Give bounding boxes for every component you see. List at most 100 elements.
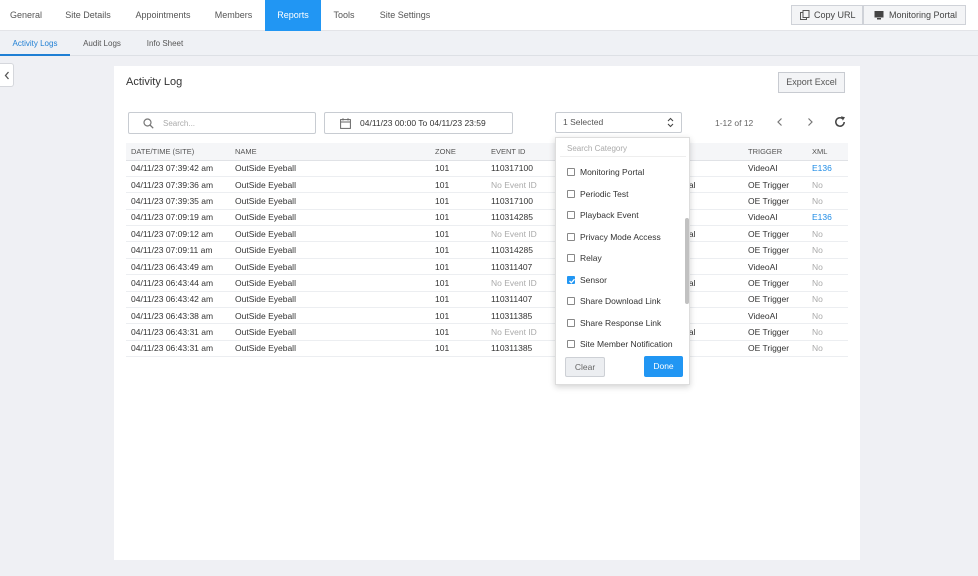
tab-site-settings[interactable]: Site Settings	[367, 0, 443, 31]
column-header-event-id[interactable]: EVENT ID	[486, 143, 550, 161]
tab-tools[interactable]: Tools	[321, 0, 367, 31]
pagination-info: 1-12 of 12	[715, 118, 754, 128]
dropdown-scrollbar[interactable]	[685, 218, 689, 304]
cell-zone: 101	[430, 241, 486, 259]
chevron-left-icon[interactable]	[774, 116, 786, 128]
column-header-xml[interactable]: XML	[807, 143, 848, 161]
monitoring-portal-label: Monitoring Portal	[889, 10, 958, 20]
cell-datetime: 04/11/23 06:43:31 am	[126, 323, 230, 341]
done-button[interactable]: Done	[644, 356, 683, 377]
table-row[interactable]: 04/11/23 07:09:19 am OutSide Eyeball 101 11…	[126, 209, 848, 227]
cell-name: OutSide Eyeball	[230, 340, 430, 358]
cell-trigger: VideoAI	[743, 258, 807, 276]
tab-appointments[interactable]: Appointments	[124, 0, 202, 31]
category-option[interactable]: Sensor	[567, 273, 607, 287]
category-option[interactable]: Privacy Mode Access	[567, 230, 661, 244]
monitoring-portal-button[interactable]: Monitoring Portal	[863, 5, 966, 25]
checkbox[interactable]	[567, 168, 575, 176]
cell-datetime: 04/11/23 06:43:38 am	[126, 307, 230, 325]
tab-audit-logs[interactable]: Audit Logs	[70, 31, 134, 56]
check-icon	[569, 278, 575, 284]
column-header-name[interactable]: NAME	[230, 143, 430, 161]
column-header-datetime[interactable]: DATE/TIME (SITE)	[126, 143, 230, 161]
tab-info-sheet[interactable]: Info Sheet	[134, 31, 196, 56]
cell-event-id: 110311385	[486, 307, 550, 325]
table-row[interactable]: 04/11/23 06:43:31 am OutSide Eyeball 101 No…	[126, 323, 848, 341]
tab-activity-logs[interactable]: Activity Logs	[0, 31, 70, 56]
category-option[interactable]: Relay	[567, 251, 602, 265]
table-row[interactable]: 04/11/23 07:09:11 am OutSide Eyeball 101 11…	[126, 241, 848, 259]
cell-xml: No	[807, 307, 848, 325]
category-option-label: Privacy Mode Access	[580, 231, 661, 242]
checkbox[interactable]	[567, 189, 575, 198]
search-icon	[143, 118, 154, 129]
category-option[interactable]: Share Download Link	[567, 294, 661, 308]
checkbox[interactable]	[567, 340, 575, 348]
table-row[interactable]: 04/11/23 06:43:42 am OutSide Eyeball 101 11…	[126, 291, 848, 309]
table-row[interactable]: 04/11/23 07:39:36 am OutSide Eyeball 101 No…	[126, 176, 848, 194]
category-option-label: Periodic Test	[580, 188, 629, 199]
checkbox[interactable]	[567, 232, 575, 241]
column-header-trigger[interactable]: TRIGGER	[743, 143, 807, 161]
tab-general[interactable]: General	[0, 0, 52, 31]
date-range-picker[interactable]: 04/11/23 00:00 To 04/11/23 23:59	[324, 112, 513, 134]
checkbox-checked[interactable]	[567, 275, 575, 284]
table-row[interactable]: 04/11/23 06:43:49 am OutSide Eyeball 101 11…	[126, 258, 848, 276]
copy-url-label: Copy URL	[814, 10, 856, 20]
table-row[interactable]: 04/11/23 07:39:42 am OutSide Eyeball 101 11…	[126, 160, 848, 177]
cell-event-id: No Event ID	[486, 176, 550, 194]
cell-xml: No	[807, 176, 848, 194]
cell-xml[interactable]: E136	[807, 160, 848, 177]
cell-datetime: 04/11/23 07:09:12 am	[126, 225, 230, 243]
cell-xml: No	[807, 274, 848, 292]
table-row[interactable]: 04/11/23 06:43:44 am OutSide Eyeball 101 No…	[126, 274, 848, 292]
refresh-icon[interactable]	[833, 115, 847, 129]
search-input[interactable]	[163, 116, 303, 130]
category-option[interactable]: Playback Event	[567, 208, 639, 222]
table-row[interactable]: 04/11/23 06:43:38 am OutSide Eyeball 101 11…	[126, 307, 848, 325]
cell-datetime: 04/11/23 06:43:44 am	[126, 274, 230, 292]
collapse-sidebar-button[interactable]	[0, 63, 14, 87]
checkbox[interactable]	[567, 211, 575, 219]
table-row[interactable]: 04/11/23 07:39:35 am OutSide Eyeball 101 11…	[126, 192, 848, 210]
category-option-label: Site Member Notification	[580, 339, 673, 349]
cell-trigger: OE Trigger	[743, 323, 807, 341]
category-select[interactable]: 1 Selected	[555, 112, 682, 133]
cell-xml: No	[807, 323, 848, 341]
category-option[interactable]: Periodic Test	[567, 187, 629, 201]
export-excel-button[interactable]: Export Excel	[778, 72, 845, 93]
cell-datetime: 04/11/23 06:43:42 am	[126, 291, 230, 309]
cell-trigger: OE Trigger	[743, 274, 807, 292]
copy-url-button[interactable]: Copy URL	[791, 5, 863, 25]
table-row[interactable]: 04/11/23 07:09:12 am OutSide Eyeball 101 No…	[126, 225, 848, 243]
chevron-right-icon[interactable]	[804, 116, 816, 128]
search-box[interactable]	[128, 112, 316, 134]
category-options-list: Monitoring Portal Periodic Test Playback E…	[556, 162, 691, 352]
category-option[interactable]: Monitoring Portal	[567, 165, 644, 179]
checkbox[interactable]	[567, 318, 575, 327]
cell-event-id: 110311407	[486, 258, 550, 276]
cell-name: OutSide Eyeball	[230, 258, 430, 276]
cell-name: OutSide Eyeball	[230, 192, 430, 210]
cell-trigger: VideoAI	[743, 160, 807, 177]
cell-datetime: 04/11/23 07:39:35 am	[126, 192, 230, 210]
cell-name: OutSide Eyeball	[230, 274, 430, 292]
tab-members[interactable]: Members	[202, 0, 265, 31]
checkbox[interactable]	[567, 254, 575, 262]
cell-datetime: 04/11/23 07:39:42 am	[126, 160, 230, 177]
cell-name: OutSide Eyeball	[230, 176, 430, 194]
cell-xml: No	[807, 241, 848, 259]
category-option-label: Playback Event	[580, 210, 639, 220]
cell-xml[interactable]: E136	[807, 209, 848, 227]
checkbox[interactable]	[567, 297, 575, 305]
table-row[interactable]: 04/11/23 06:43:31 am OutSide Eyeball 101 11…	[126, 340, 848, 358]
category-option[interactable]: Site Member Notification	[567, 337, 673, 351]
column-header-zone[interactable]: ZONE	[430, 143, 486, 161]
category-option[interactable]: Share Response Link	[567, 316, 661, 330]
cell-zone: 101	[430, 225, 486, 243]
cell-zone: 101	[430, 160, 486, 177]
clear-button[interactable]: Clear	[565, 357, 605, 377]
tab-reports[interactable]: Reports	[265, 0, 321, 31]
tab-site-details[interactable]: Site Details	[52, 0, 124, 31]
category-search-input[interactable]	[560, 141, 686, 157]
